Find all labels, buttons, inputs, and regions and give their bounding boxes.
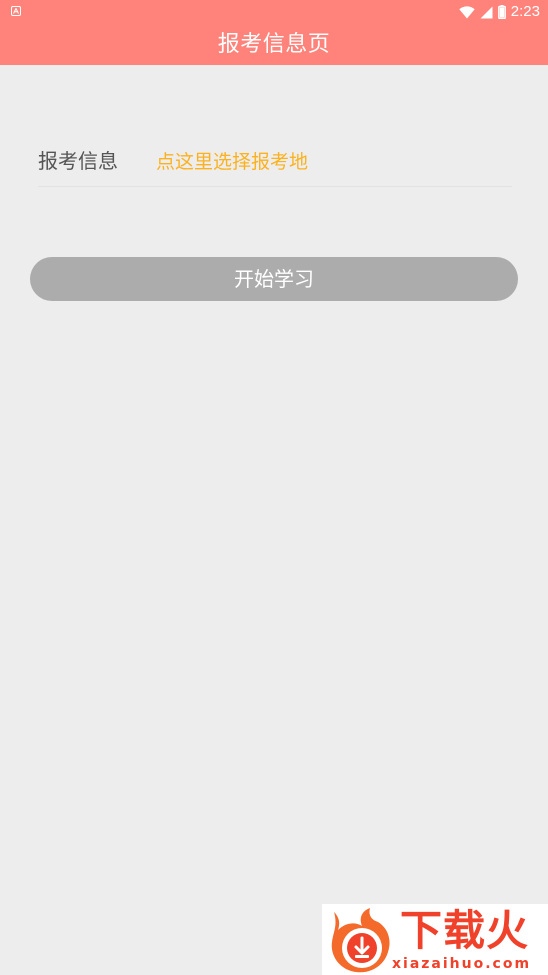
watermark: 下载火 xiazaihuo.com xyxy=(322,904,548,975)
start-study-button[interactable]: 开始学习 xyxy=(30,257,518,301)
wifi-icon xyxy=(459,5,475,18)
start-study-label: 开始学习 xyxy=(234,267,314,291)
status-time: 2:23 xyxy=(510,3,540,20)
signal-icon xyxy=(480,6,493,18)
exam-info-label: 报考信息 xyxy=(38,149,118,173)
exam-location-selector[interactable]: 点这里选择报考地 xyxy=(156,149,308,175)
status-bar: 2:23 xyxy=(0,0,548,24)
flame-logo-icon xyxy=(331,908,390,973)
status-icons: 2:23 xyxy=(459,2,540,22)
page-title: 报考信息页 xyxy=(217,32,331,57)
exam-info-row[interactable]: 报考信息 点这里选择报考地 xyxy=(38,136,512,187)
app-bar: 报考信息页 xyxy=(0,24,548,65)
notification-a-icon xyxy=(11,6,21,16)
watermark-url: xiazaihuo.com xyxy=(392,956,532,972)
watermark-brand: 下载火 xyxy=(400,906,530,955)
battery-icon xyxy=(497,5,506,19)
